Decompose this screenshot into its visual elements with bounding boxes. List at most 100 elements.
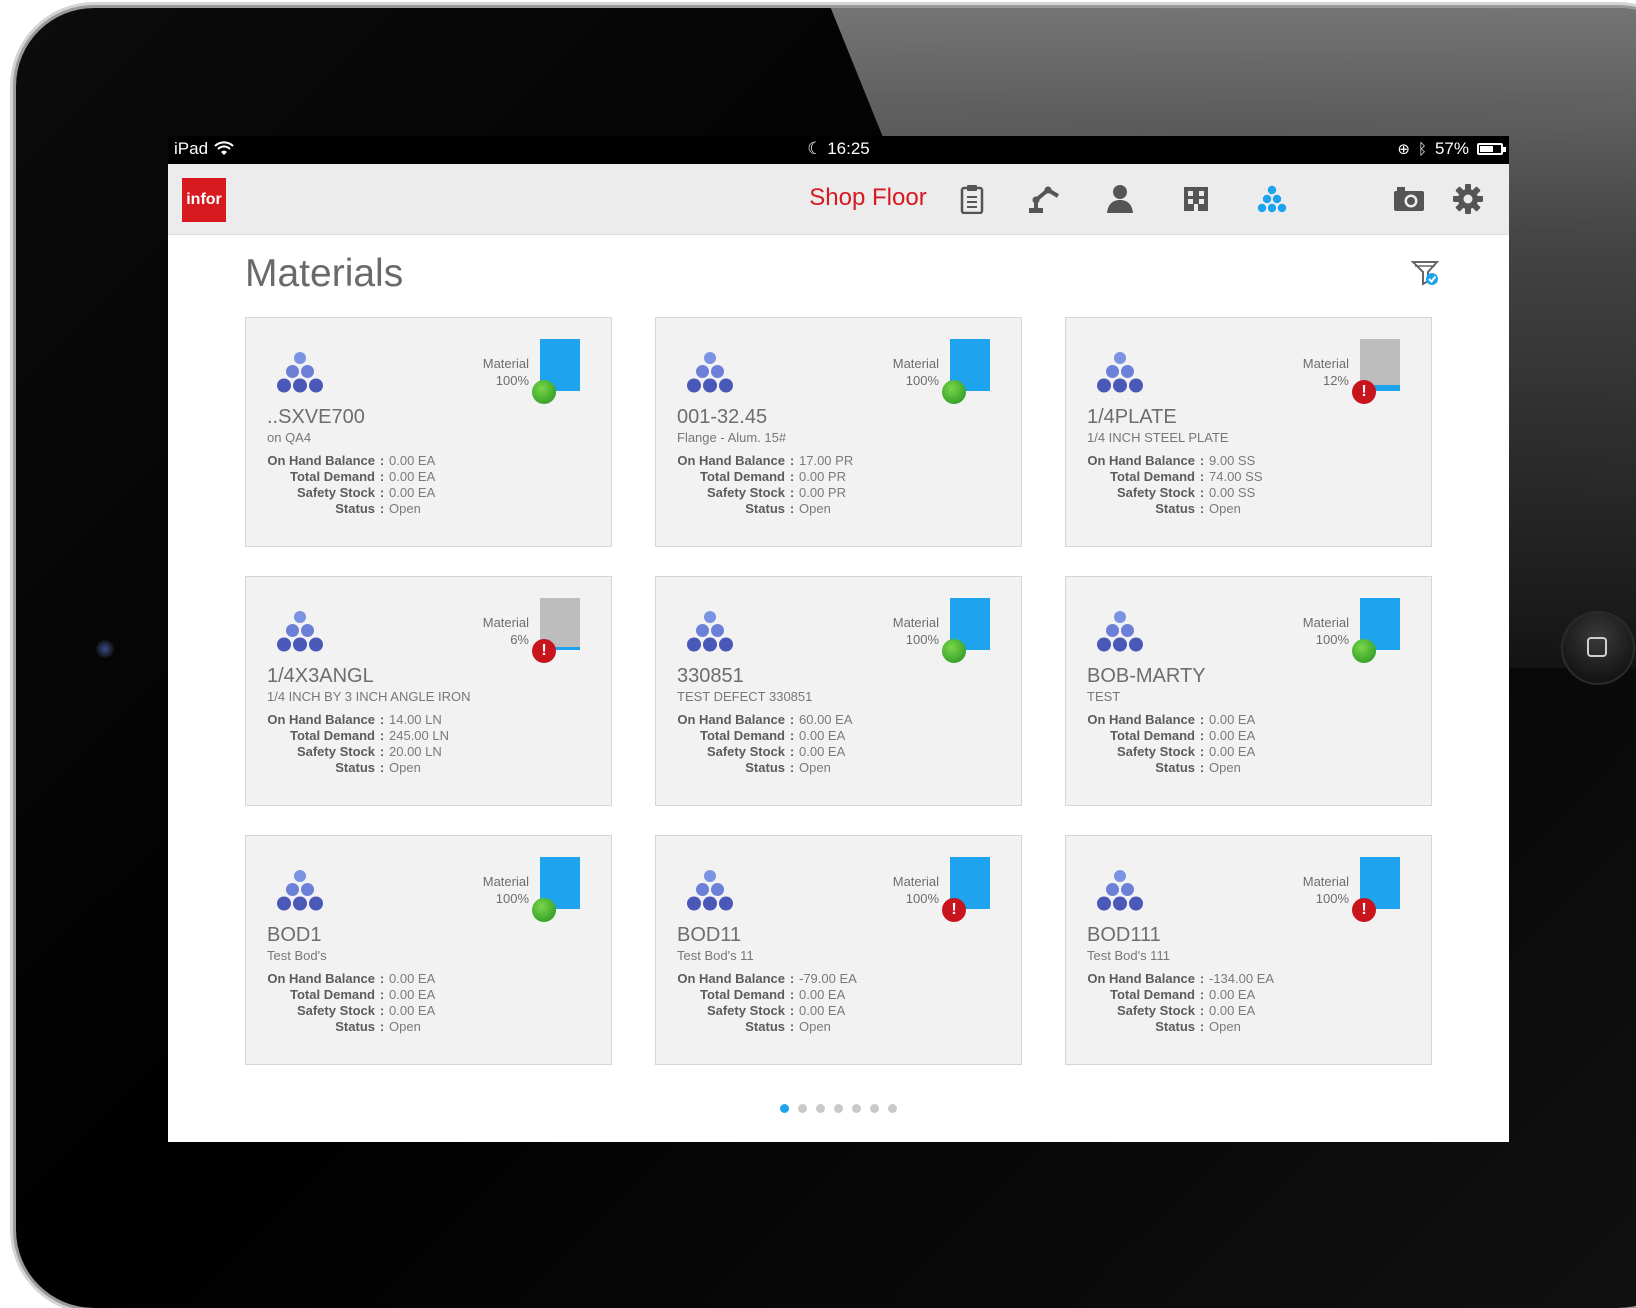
material-fields: On Hand Balance:0.00 EA Total Demand:0.0… bbox=[1087, 712, 1255, 776]
material-caption: Material bbox=[892, 356, 939, 371]
material-id: ..SXVE700 bbox=[267, 406, 365, 428]
material-card[interactable]: Material 100% BOD1 Test Bod's On Hand Ba… bbox=[245, 835, 612, 1065]
total-demand-value: 0.00 EA bbox=[389, 469, 436, 484]
on-hand-value: 0.00 EA bbox=[389, 971, 436, 986]
safety-stock-row: Safety Stock:0.00 EA bbox=[1087, 1003, 1274, 1019]
field-label: Status bbox=[745, 760, 785, 775]
field-label: Total Demand bbox=[700, 987, 785, 1002]
material-card[interactable]: Material 100% ..SXVE700 on QA4 On Hand B… bbox=[245, 317, 612, 547]
materials-grid: Material 100% ..SXVE700 on QA4 On Hand B… bbox=[245, 317, 1435, 1065]
page-dot[interactable] bbox=[798, 1104, 807, 1113]
material-fields: On Hand Balance:9.00 SS Total Demand:74.… bbox=[1087, 453, 1263, 517]
on-hand-value: 9.00 SS bbox=[1209, 453, 1256, 468]
total-demand-row: Total Demand:0.00 EA bbox=[1087, 987, 1274, 1003]
safety-stock-row: Safety Stock:0.00 EA bbox=[1087, 744, 1255, 760]
material-id: BOD1 bbox=[267, 924, 322, 946]
material-pile-icon bbox=[1097, 611, 1143, 652]
material-card[interactable]: Material 100% ! BOD11 Test Bod's 11 On H… bbox=[655, 835, 1022, 1065]
gear-icon[interactable] bbox=[1450, 181, 1486, 217]
material-card[interactable]: Material 6% ! 1/4X3ANGL 1/4 INCH BY 3 IN… bbox=[245, 576, 612, 806]
material-label: Material 100% bbox=[1303, 873, 1349, 907]
on-hand-row: On Hand Balance:0.00 EA bbox=[267, 453, 436, 468]
material-description: Test Bod's bbox=[267, 948, 327, 963]
field-label: Status bbox=[1155, 1019, 1195, 1034]
robot-arm-icon[interactable] bbox=[1026, 181, 1062, 217]
status-row: Status: Open bbox=[1087, 760, 1255, 776]
camera-icon[interactable] bbox=[1391, 181, 1427, 217]
status-alert-icon: ! bbox=[1352, 380, 1376, 404]
material-fields: On Hand Balance: -79.00 EA Total Demand:0… bbox=[677, 971, 857, 1035]
on-hand-row: On Hand Balance:9.00 SS bbox=[1087, 453, 1256, 468]
material-id: BOB-MARTY bbox=[1087, 665, 1206, 687]
status-row: Status: Open bbox=[267, 760, 449, 776]
material-description: TEST DEFECT 330851 bbox=[677, 689, 813, 704]
safety-stock-row: Safety Stock:0.00 SS bbox=[1087, 485, 1263, 501]
field-label: Status bbox=[335, 1019, 375, 1034]
material-label: Material 12% bbox=[1303, 355, 1349, 389]
on-hand-row: On Hand Balance: -134.00 EA bbox=[1087, 971, 1275, 986]
material-card[interactable]: Material 12% ! 1/4PLATE 1/4 INCH STEEL P… bbox=[1065, 317, 1432, 547]
page-dot[interactable] bbox=[780, 1104, 789, 1113]
field-label: Status bbox=[335, 760, 375, 775]
page-indicator[interactable] bbox=[168, 1104, 1509, 1113]
person-icon[interactable] bbox=[1102, 181, 1138, 217]
on-hand-value: 17.00 PR bbox=[799, 453, 854, 468]
filter-icon bbox=[1410, 261, 1440, 286]
material-card[interactable]: Material 100% 001-32.45 Flange - Alum. 1… bbox=[655, 317, 1022, 547]
material-fields: On Hand Balance:14.00 LN Total Demand:24… bbox=[267, 712, 449, 776]
total-demand-value: 0.00 PR bbox=[799, 469, 846, 484]
page-dot[interactable] bbox=[834, 1104, 843, 1113]
infor-logo[interactable]: infor bbox=[182, 178, 226, 222]
material-card[interactable]: Material 100% 330851 TEST DEFECT 330851 … bbox=[655, 576, 1022, 806]
field-label: On Hand Balance bbox=[1087, 453, 1195, 468]
page-dot[interactable] bbox=[888, 1104, 897, 1113]
material-caption: Material bbox=[482, 615, 529, 630]
safety-stock-value: 0.00 SS bbox=[1209, 485, 1256, 500]
battery-percent: 57% bbox=[1434, 139, 1469, 158]
field-label: Total Demand bbox=[1110, 728, 1195, 743]
on-hand-row: On Hand Balance:60.00 EA bbox=[677, 712, 853, 727]
field-label: Safety Stock bbox=[1116, 1003, 1195, 1018]
total-demand-value: 245.00 LN bbox=[389, 728, 449, 743]
clock: 16:25 bbox=[827, 139, 870, 158]
field-label: Safety Stock bbox=[296, 1003, 375, 1018]
field-label: Status bbox=[1155, 501, 1195, 516]
home-button[interactable] bbox=[1561, 611, 1635, 685]
material-fields: On Hand Balance:60.00 EA Total Demand:0.… bbox=[677, 712, 853, 776]
material-percent: 100% bbox=[905, 632, 939, 647]
building-icon[interactable] bbox=[1178, 181, 1214, 217]
material-caption: Material bbox=[1302, 615, 1349, 630]
total-demand-row: Total Demand:0.00 EA bbox=[677, 728, 853, 744]
safety-stock-row: Safety Stock:0.00 EA bbox=[677, 744, 853, 760]
material-description: on QA4 bbox=[267, 430, 312, 445]
material-card[interactable]: Material 100% ! BOD111 Test Bod's 111 On… bbox=[1065, 835, 1432, 1065]
on-hand-row: On Hand Balance: -79.00 EA bbox=[677, 971, 857, 986]
material-pile-icon bbox=[277, 870, 323, 911]
safety-stock-value: 0.00 EA bbox=[389, 485, 436, 500]
material-pile-icon bbox=[277, 352, 323, 393]
material-label: Material 6% bbox=[483, 614, 529, 648]
page-dot[interactable] bbox=[852, 1104, 861, 1113]
page-dot[interactable] bbox=[816, 1104, 825, 1113]
total-demand-value: 0.00 EA bbox=[799, 987, 846, 1002]
material-card[interactable]: Material 100% BOB-MARTY TEST On Hand Bal… bbox=[1065, 576, 1432, 806]
total-demand-row: Total Demand:74.00 SS bbox=[1087, 469, 1263, 485]
safety-stock-value: 0.00 EA bbox=[799, 744, 846, 759]
status-row: Status: Open bbox=[1087, 1019, 1274, 1035]
total-demand-row: Total Demand:245.00 LN bbox=[267, 728, 449, 744]
status-value: Open bbox=[1209, 760, 1241, 775]
filter-button[interactable] bbox=[1410, 258, 1441, 290]
total-demand-row: Total Demand:0.00 EA bbox=[677, 987, 857, 1003]
material-id: 1/4PLATE bbox=[1087, 406, 1177, 428]
on-hand-value: 60.00 EA bbox=[799, 712, 853, 727]
status-row: Status: Open bbox=[267, 1019, 435, 1035]
material-pile-icon bbox=[687, 352, 733, 393]
materials-icon[interactable] bbox=[1254, 181, 1290, 217]
page-dot[interactable] bbox=[870, 1104, 879, 1113]
rotation-lock-icon: ⊕ bbox=[1397, 141, 1410, 158]
material-label: Material 100% bbox=[893, 873, 939, 907]
material-caption: Material bbox=[1302, 874, 1349, 889]
on-hand-value: -134.00 EA bbox=[1209, 971, 1275, 986]
status-ok-icon bbox=[1352, 639, 1376, 663]
clipboard-icon[interactable] bbox=[954, 181, 990, 217]
